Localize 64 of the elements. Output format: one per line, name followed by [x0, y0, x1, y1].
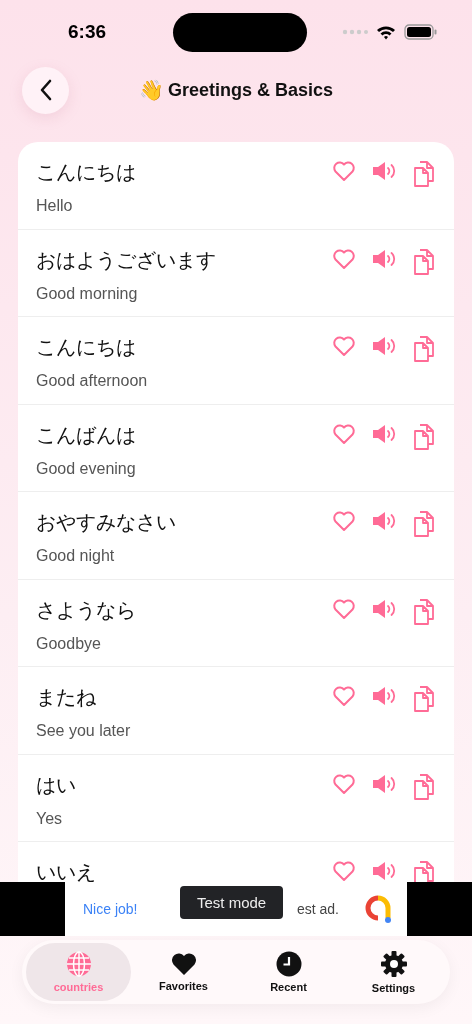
test-mode-tooltip: Test mode	[180, 886, 284, 919]
clock-icon	[275, 951, 302, 977]
ad-logo-icon	[363, 894, 393, 924]
speaker-icon[interactable]	[371, 422, 397, 445]
japanese-phrase: こんにちは	[36, 334, 137, 361]
english-translation: Hello	[36, 197, 74, 215]
speaker-icon[interactable]	[371, 860, 397, 882]
japanese-phrase: さようなら	[36, 596, 136, 624]
speaker-icon[interactable]	[371, 247, 397, 270]
tab-item[interactable]: Settings	[341, 943, 446, 1001]
heart-icon[interactable]	[332, 860, 356, 882]
tab-item[interactable]: Favorites	[131, 943, 236, 1001]
japanese-phrase: いいえ	[36, 859, 96, 882]
status-time: 6:36	[68, 21, 107, 43]
english-translation: Good afternoon	[36, 372, 148, 390]
ad-banner[interactable]: Nice job! Test mode est ad.	[65, 882, 407, 936]
battery-icon	[404, 24, 438, 40]
settings-icon	[379, 950, 408, 978]
english-translation: Good night	[36, 547, 116, 565]
heart-icon[interactable]	[332, 160, 356, 182]
english-translation: Good morning	[36, 284, 139, 303]
speaker-icon[interactable]	[371, 685, 397, 707]
heart-icon[interactable]	[332, 247, 356, 270]
english-translation: Yes	[36, 809, 64, 828]
japanese-phrase: おはようございます	[36, 246, 216, 274]
copy-icon[interactable]	[412, 510, 436, 538]
english-translation: Good evening	[36, 459, 136, 478]
chevron-left-icon	[38, 79, 53, 101]
copy-icon[interactable]	[412, 597, 436, 626]
ad-text: est ad.	[296, 901, 339, 917]
heart-icon	[170, 952, 197, 976]
copy-icon[interactable]	[412, 335, 436, 363]
copy-icon[interactable]	[412, 860, 436, 882]
copy-icon[interactable]	[412, 247, 436, 276]
speaker-icon[interactable]	[371, 160, 397, 182]
ad-headline: Nice job!	[83, 901, 138, 917]
heart-icon[interactable]	[332, 335, 356, 357]
page-title: Greetings & Basics	[167, 79, 334, 101]
speaker-icon[interactable]	[371, 772, 397, 795]
heart-icon[interactable]	[332, 772, 356, 795]
japanese-phrase: はい	[36, 771, 76, 799]
speaker-icon[interactable]	[371, 335, 397, 357]
heart-icon[interactable]	[332, 685, 356, 707]
waving-hand-emoji: 👋	[138, 78, 164, 102]
wifi-icon	[376, 24, 396, 40]
copy-icon[interactable]	[412, 422, 436, 451]
japanese-phrase: またね	[36, 684, 97, 711]
copy-icon[interactable]	[412, 160, 436, 188]
japanese-phrase: こんばんは	[36, 421, 136, 449]
speaker-icon[interactable]	[371, 510, 397, 532]
japanese-phrase: こんにちは	[36, 159, 136, 186]
english-translation: See you later	[36, 722, 131, 740]
japanese-phrase: おやすみなさい	[36, 509, 176, 536]
tab-item[interactable]: Recent	[236, 943, 341, 1001]
speaker-icon[interactable]	[371, 597, 397, 620]
copy-icon[interactable]	[412, 772, 436, 801]
heart-icon[interactable]	[332, 597, 356, 620]
back-button[interactable]	[22, 66, 69, 114]
copy-icon[interactable]	[412, 685, 436, 713]
globe-icon	[65, 951, 92, 977]
signal-icon	[342, 29, 368, 35]
heart-icon[interactable]	[332, 510, 356, 532]
heart-icon[interactable]	[332, 422, 356, 445]
english-translation: Goodbye	[36, 634, 102, 653]
